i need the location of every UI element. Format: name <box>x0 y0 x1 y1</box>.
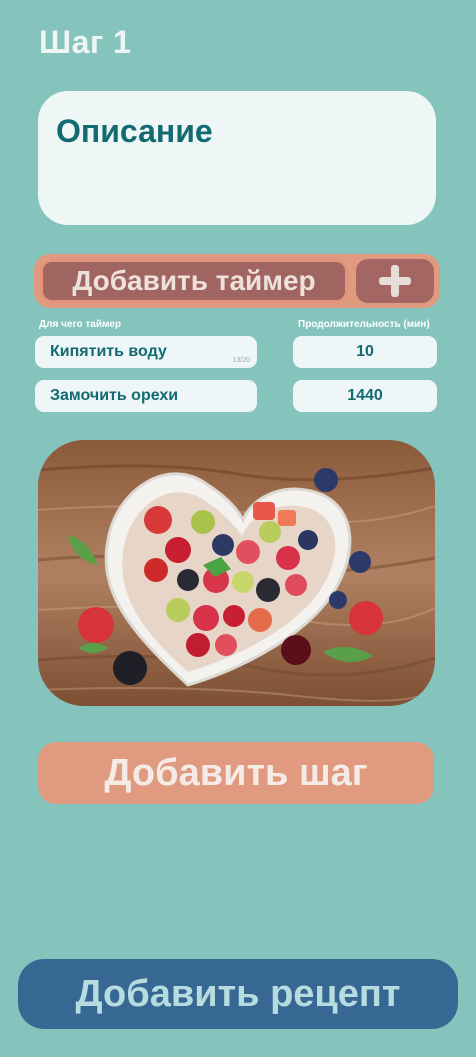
timer-duration-input[interactable]: 1440 <box>293 380 437 412</box>
timer-purpose-value: Замочить орехи <box>50 387 179 404</box>
char-counter: 13/20 <box>232 357 250 364</box>
timer-purpose-value: Кипятить воду <box>50 343 167 360</box>
step-photo[interactable] <box>38 440 435 706</box>
add-timer-button[interactable]: Добавить таймер <box>40 259 348 303</box>
timer-toolbar: Добавить таймер <box>34 254 440 308</box>
timer-purpose-input[interactable]: Кипятить воду 13/20 <box>35 336 257 368</box>
fruit-salad-image <box>38 440 435 706</box>
plus-icon <box>379 265 411 297</box>
step-title: Шаг 1 <box>39 24 132 60</box>
add-timer-plus-button[interactable] <box>356 259 434 303</box>
timer-purpose-input[interactable]: Замочить орехи <box>35 380 257 412</box>
description-field[interactable]: Описание <box>38 91 436 225</box>
add-recipe-button[interactable]: Добавить рецепт <box>18 959 458 1029</box>
timer-purpose-header: Для чего таймер <box>39 319 122 330</box>
timer-duration-header: Продолжительность (мин) <box>298 319 430 330</box>
timer-duration-input[interactable]: 10 <box>293 336 437 368</box>
timer-duration-value: 1440 <box>347 387 383 404</box>
timer-duration-value: 10 <box>356 343 374 360</box>
description-label: Описание <box>56 113 213 149</box>
add-step-button[interactable]: Добавить шаг <box>38 742 434 804</box>
